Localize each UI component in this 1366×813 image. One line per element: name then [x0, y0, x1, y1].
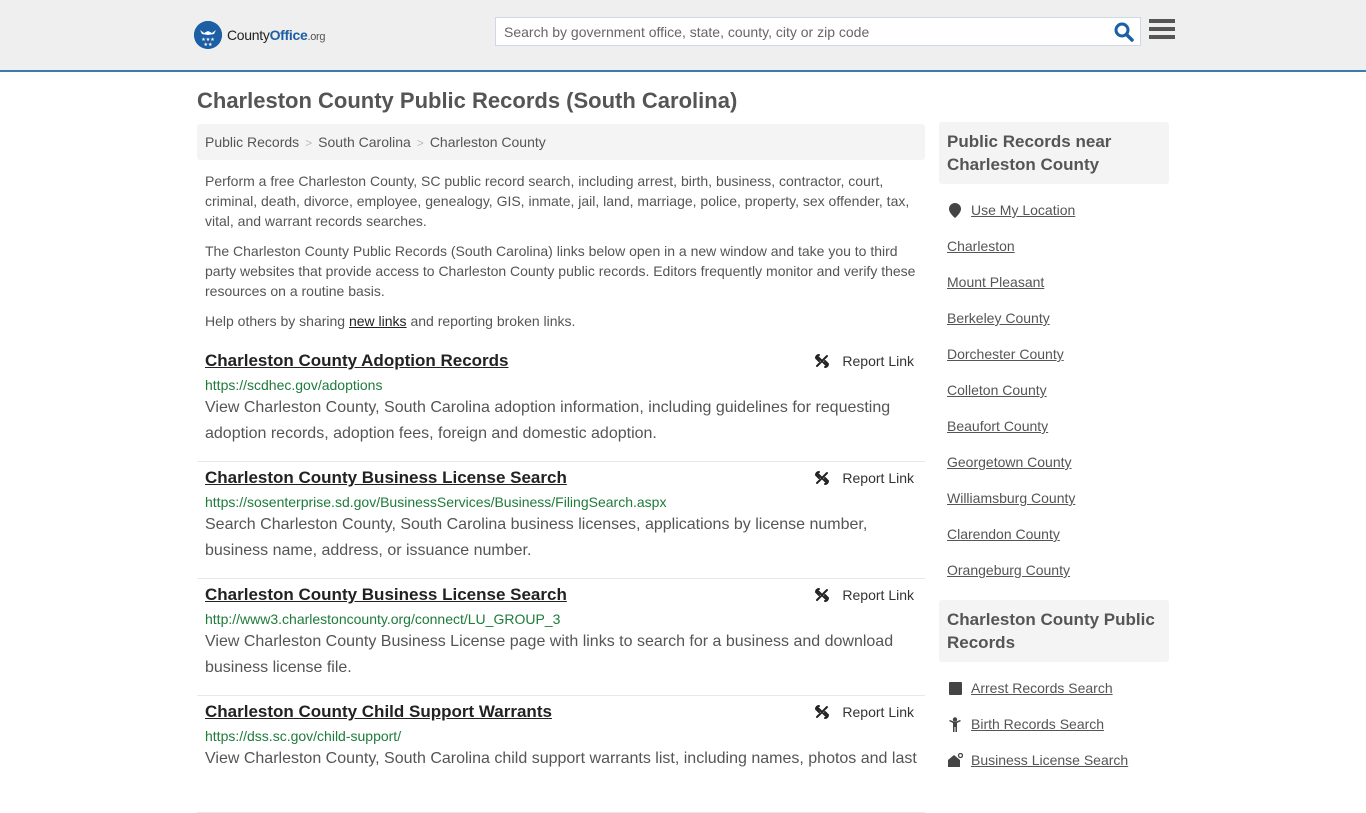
logo-brand: Office — [269, 27, 308, 43]
broken-link-icon — [815, 471, 830, 485]
records-list: Charleston County Adoption Records Repor… — [197, 345, 925, 813]
record-item: Charleston County Business License Searc… — [197, 579, 925, 696]
broken-link-icon — [815, 588, 830, 602]
search-icon — [1114, 22, 1134, 42]
logo-wordmark: CountyOffice.org — [227, 27, 326, 43]
intro-p3-text: Help others by sharing — [205, 313, 349, 329]
nearby-item: Georgetown County — [947, 444, 1161, 480]
report-link-label: Report Link — [842, 353, 914, 369]
use-my-location-item: Use My Location — [947, 192, 1161, 228]
svg-text:★★: ★★ — [204, 42, 213, 48]
search-input[interactable] — [496, 18, 1106, 45]
child-icon — [947, 716, 963, 732]
nearby-item: Williamsburg County — [947, 480, 1161, 516]
map-pin-icon — [947, 202, 963, 218]
nearby-item: Clarendon County — [947, 516, 1161, 552]
intro-paragraph-3: Help others by sharing new links and rep… — [205, 311, 923, 331]
record-description: View Charleston County, South Carolina c… — [205, 750, 917, 767]
nearby-link[interactable]: Dorchester County — [947, 346, 1064, 362]
report-link-label: Report Link — [842, 587, 914, 603]
nearby-link[interactable]: Colleton County — [947, 382, 1047, 398]
county-records-heading: Charleston County Public Records — [939, 600, 1169, 662]
breadcrumb: Public Records > South Carolina > Charleston… — [197, 124, 925, 160]
square-icon — [947, 681, 963, 695]
report-link-button[interactable]: Report Link — [814, 470, 914, 486]
broken-link-icon — [815, 705, 830, 719]
search-box — [495, 17, 1141, 46]
report-link-button[interactable]: Report Link — [814, 704, 914, 720]
nearby-item: Dorchester County — [947, 336, 1161, 372]
record-item: Charleston County Adoption Records Repor… — [197, 345, 925, 462]
record-description: View Charleston County, South Carolina a… — [205, 399, 891, 442]
intro-paragraph-2: The Charleston County Public Records (So… — [205, 243, 916, 299]
business-license-link[interactable]: Business License Search — [971, 752, 1128, 768]
breadcrumb-south-carolina[interactable]: South Carolina — [318, 134, 411, 150]
record-title-link[interactable]: Charleston County Adoption Records — [205, 351, 509, 371]
broken-link-icon — [815, 354, 830, 368]
search-button[interactable] — [1114, 22, 1134, 42]
record-url: https://dss.sc.gov/child-support/ — [205, 728, 402, 744]
nearby-link[interactable]: Orangeburg County — [947, 562, 1070, 578]
birth-records-link[interactable]: Birth Records Search — [971, 716, 1104, 732]
logo-prefix: County — [227, 27, 270, 43]
report-link-label: Report Link — [842, 704, 914, 720]
record-title-link[interactable]: Charleston County Business License Searc… — [205, 468, 567, 488]
site-logo[interactable]: ★★★ ★★ CountyOffice.org — [194, 21, 326, 49]
hamburger-menu-button[interactable] — [1149, 19, 1175, 41]
nearby-item: Berkeley County — [947, 300, 1161, 336]
nearby-link[interactable]: Charleston — [947, 238, 1015, 254]
site-header: ★★★ ★★ CountyOffice.org — [0, 0, 1366, 72]
intro-paragraph-1: Perform a free Charleston County, SC pub… — [205, 173, 910, 229]
nearby-item: Colleton County — [947, 372, 1161, 408]
nearby-link[interactable]: Georgetown County — [947, 454, 1072, 470]
record-url: http://www3.charlestoncounty.org/connect… — [205, 611, 561, 627]
county-record-item: Business License Search — [947, 742, 1161, 778]
record-item: Charleston County Business License Searc… — [197, 462, 925, 579]
nearby-records-list: Use My Location Charleston Mount Pleasan… — [939, 184, 1169, 588]
county-record-item: Arrest Records Search — [947, 670, 1161, 706]
use-my-location-link[interactable]: Use My Location — [971, 202, 1075, 218]
record-item: Charleston County Child Support Warrants… — [197, 696, 925, 813]
nearby-link[interactable]: Williamsburg County — [947, 490, 1075, 506]
record-title-link[interactable]: Charleston County Child Support Warrants — [205, 702, 552, 722]
intro-p3-text-end: and reporting broken links. — [406, 313, 576, 329]
page-title: Charleston County Public Records (South … — [197, 88, 738, 113]
report-link-button[interactable]: Report Link — [814, 353, 914, 369]
breadcrumb-public-records[interactable]: Public Records — [205, 134, 299, 150]
eagle-logo-icon: ★★★ ★★ — [194, 21, 222, 49]
breadcrumb-separator: > — [416, 136, 424, 150]
nearby-item: Beaufort County — [947, 408, 1161, 444]
nearby-link[interactable]: Mount Pleasant — [947, 274, 1044, 290]
nearby-link[interactable]: Berkeley County — [947, 310, 1050, 326]
breadcrumb-separator: > — [305, 136, 313, 150]
sidebar: Public Records near Charleston County Us… — [939, 122, 1169, 778]
nearby-item: Orangeburg County — [947, 552, 1161, 588]
nearby-link[interactable]: Beaufort County — [947, 418, 1048, 434]
record-description: View Charleston County Business License … — [205, 633, 894, 676]
breadcrumb-charleston-county[interactable]: Charleston County — [430, 134, 546, 150]
logo-suffix: .org — [307, 31, 326, 43]
record-url: https://sosenterprise.sd.gov/BusinessSer… — [205, 494, 667, 510]
record-url: https://scdhec.gov/adoptions — [205, 377, 383, 393]
new-links-link[interactable]: new links — [349, 313, 407, 329]
report-link-label: Report Link — [842, 470, 914, 486]
hamburger-icon — [1149, 19, 1175, 39]
report-link-button[interactable]: Report Link — [814, 587, 914, 603]
record-title-link[interactable]: Charleston County Business License Searc… — [205, 585, 567, 605]
nearby-records-heading: Public Records near Charleston County — [939, 122, 1169, 184]
county-records-list: Arrest Records Search Birth Records Sear… — [939, 662, 1169, 778]
record-description: Search Charleston County, South Carolina… — [205, 516, 868, 559]
business-icon — [947, 753, 963, 767]
intro-text: Perform a free Charleston County, SC pub… — [205, 171, 923, 341]
nearby-item: Mount Pleasant — [947, 264, 1161, 300]
nearby-link[interactable]: Clarendon County — [947, 526, 1060, 542]
county-record-item: Birth Records Search — [947, 706, 1161, 742]
nearby-item: Charleston — [947, 228, 1161, 264]
arrest-records-link[interactable]: Arrest Records Search — [971, 680, 1113, 696]
